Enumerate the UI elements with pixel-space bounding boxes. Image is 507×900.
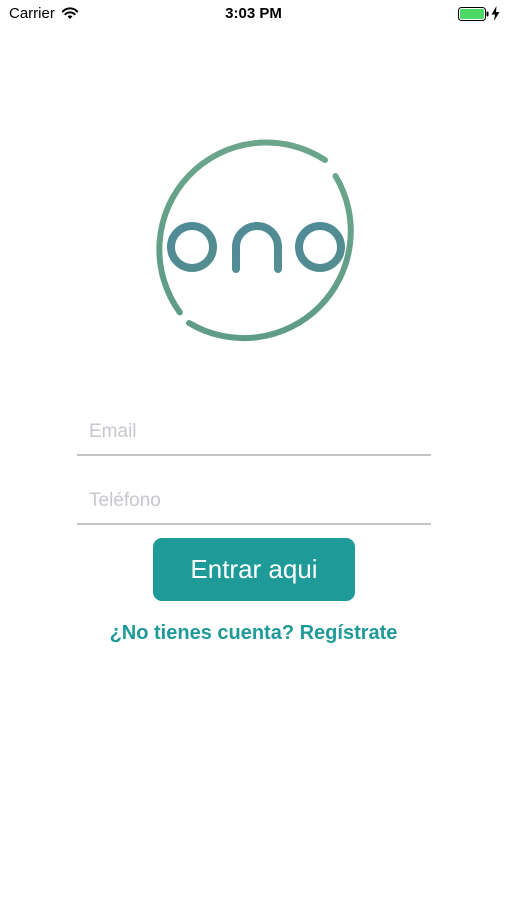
email-input[interactable] [89, 416, 419, 448]
phone-input[interactable] [89, 485, 419, 517]
status-bar: Carrier 3:03 PM [0, 0, 507, 28]
ana-logo [145, 136, 367, 358]
charging-bolt-icon [491, 6, 500, 21]
register-link[interactable]: ¿No tienes cuenta? Regístrate [0, 622, 507, 645]
email-field [77, 410, 431, 456]
clock: 3:03 PM [225, 5, 282, 22]
phone-field [77, 479, 431, 525]
login-button[interactable]: Entrar aqui [153, 538, 355, 601]
battery-icon [458, 7, 489, 21]
